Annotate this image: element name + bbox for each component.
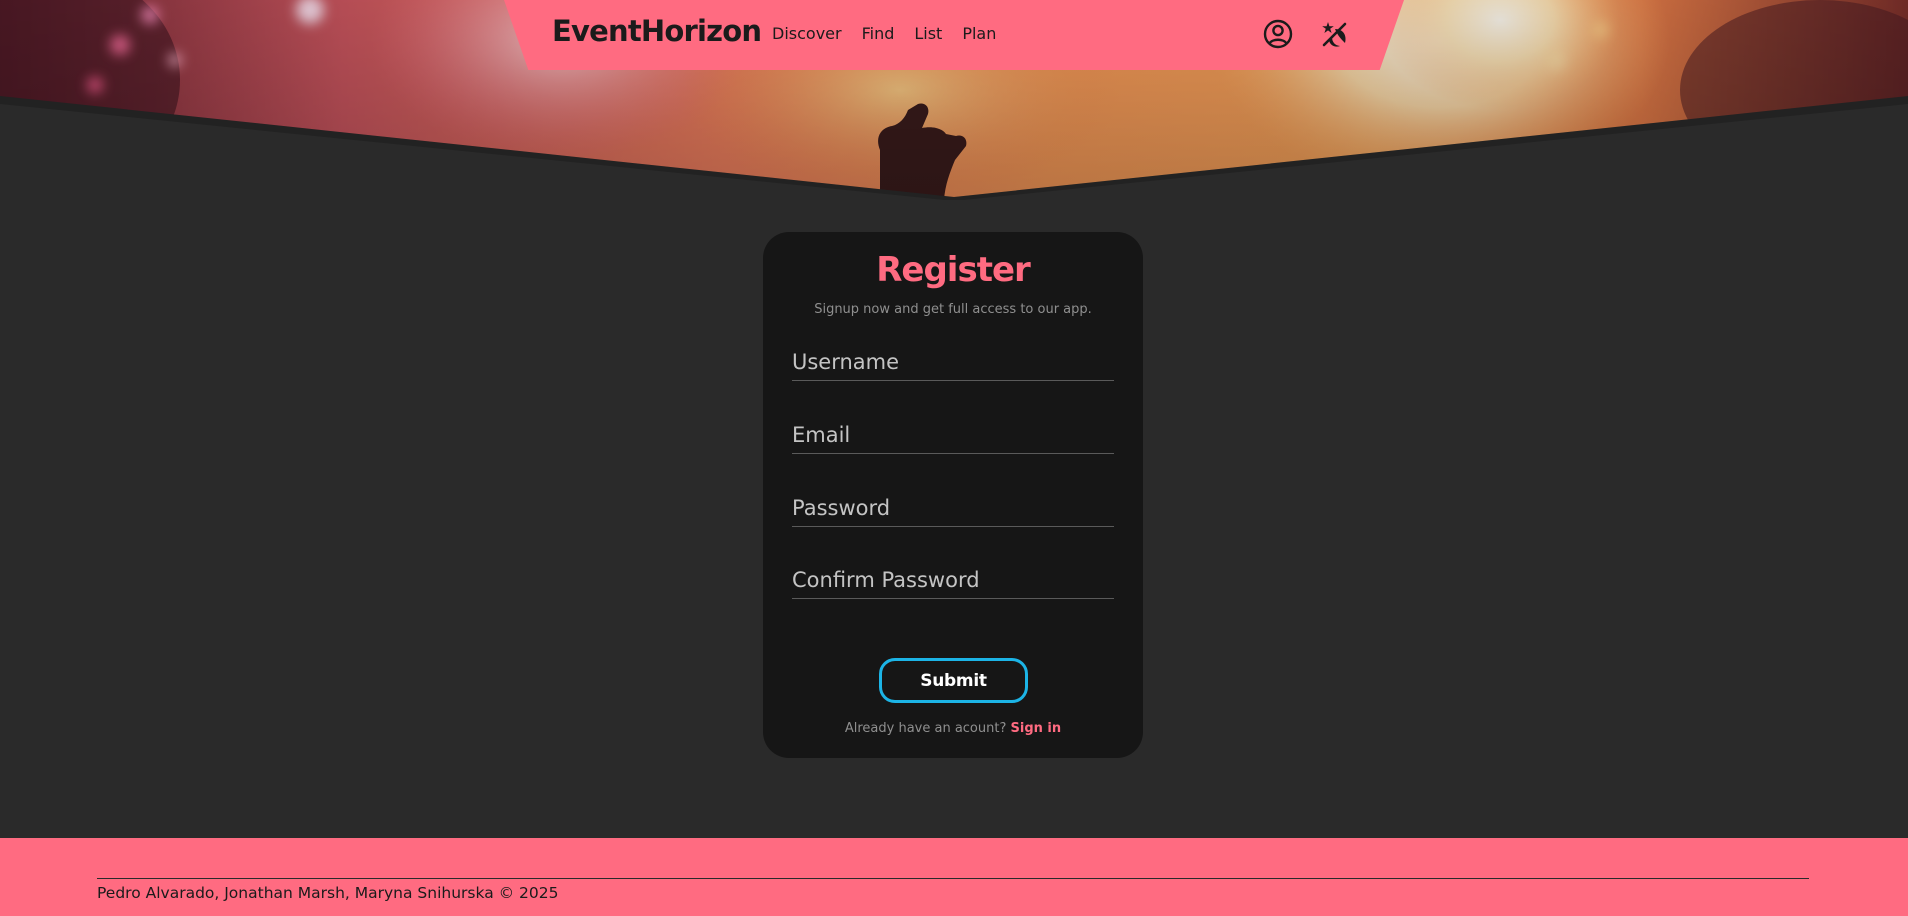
theme-toggle-icon[interactable] xyxy=(1318,18,1350,50)
password-field-wrapper xyxy=(792,490,1114,527)
user-account-icon[interactable] xyxy=(1262,18,1294,50)
signin-prompt: Already have an acount? xyxy=(844,721,1007,736)
register-subtitle: Signup now and get full access to our ap… xyxy=(814,302,1092,317)
register-title: Register xyxy=(876,250,1031,290)
brand-logo[interactable]: EventHorizon xyxy=(552,14,762,48)
nav-link-list[interactable]: List xyxy=(914,24,942,43)
email-field-wrapper xyxy=(792,417,1114,454)
footer-divider xyxy=(97,878,1809,879)
confirm-password-input[interactable] xyxy=(792,562,1114,598)
confirm-password-field-wrapper xyxy=(792,562,1114,599)
username-input[interactable] xyxy=(792,344,1114,380)
footer-credits: Pedro Alvarado, Jonathan Marsh, Maryna S… xyxy=(97,884,559,902)
top-navbar: EventHorizon Discover Find List Plan xyxy=(504,0,1404,70)
nav-link-discover[interactable]: Discover xyxy=(772,24,842,43)
register-card: Register Signup now and get full access … xyxy=(763,232,1143,758)
password-input[interactable] xyxy=(792,490,1114,526)
submit-button[interactable]: Submit xyxy=(879,658,1028,703)
email-input[interactable] xyxy=(792,417,1114,453)
nav-link-plan[interactable]: Plan xyxy=(962,24,996,43)
username-field-wrapper xyxy=(792,344,1114,381)
nav-links: Discover Find List Plan xyxy=(772,24,1016,43)
signin-link[interactable]: Sign in xyxy=(1011,721,1062,736)
nav-link-find[interactable]: Find xyxy=(862,24,895,43)
signin-row: Already have an acount? Sign in xyxy=(763,721,1143,736)
footer: Pedro Alvarado, Jonathan Marsh, Maryna S… xyxy=(0,838,1908,916)
